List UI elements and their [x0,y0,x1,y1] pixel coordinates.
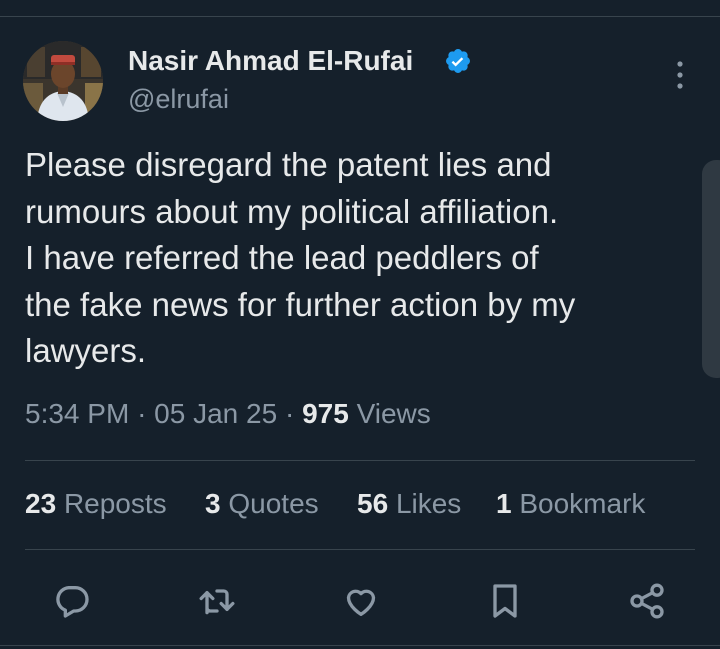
tweet-time[interactable]: 5:34 PM [25,398,129,429]
share-icon[interactable] [627,581,667,621]
likes-stat[interactable]: 56 Likes [357,488,461,520]
views-label: Views [356,398,431,429]
bottom-divider [0,645,720,646]
quotes-count: 3 [205,488,221,519]
tweet-date[interactable]: 05 Jan 25 [154,398,277,429]
meta-separator: · [137,398,147,429]
author-name[interactable]: Nasir Ahmad El-Rufai [128,45,413,77]
reposts-stat[interactable]: 23 Reposts [25,488,167,520]
divider [25,549,695,550]
likes-label: Likes [395,488,462,519]
top-divider [0,16,720,17]
avatar[interactable] [23,41,103,121]
edge-panel-handle[interactable] [702,160,720,378]
bookmarks-stat[interactable]: 1 Bookmark [496,488,645,520]
views-count: 975 [302,398,349,429]
bookmark-icon[interactable] [485,581,525,621]
like-icon[interactable] [341,581,381,621]
quotes-stat[interactable]: 3 Quotes [205,488,319,520]
repost-icon[interactable] [197,581,237,621]
author-handle[interactable]: @elrufai [128,84,229,115]
meta-separator: · [284,398,295,429]
reply-icon[interactable] [52,581,92,621]
quotes-label: Quotes [228,488,319,519]
more-options-icon[interactable] [667,58,693,92]
reposts-count: 23 [25,488,57,519]
bookmarks-count: 1 [496,488,512,519]
reposts-label: Reposts [63,488,167,519]
tweet-detail-view: Nasir Ahmad El-Rufai @elrufai Please dis… [0,0,720,649]
verified-badge-icon [446,49,470,73]
bookmarks-label: Bookmark [519,488,646,519]
tweet-meta: 5:34 PM · 05 Jan 25 · 975 Views [25,398,431,430]
likes-count: 56 [357,488,389,519]
divider [25,460,695,461]
tweet-text: Please disregard the patent lies and rum… [25,146,576,369]
